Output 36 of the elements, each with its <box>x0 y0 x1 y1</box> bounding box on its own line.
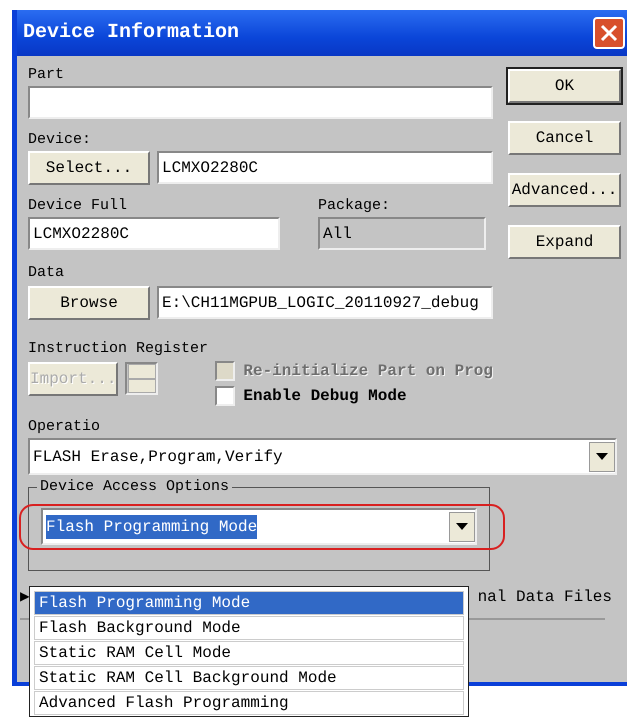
field-label: Device: <box>28 131 92 149</box>
window-title: Device Information <box>23 20 240 46</box>
group-title: Device Access Options <box>37 478 232 496</box>
expand-arrow[interactable]: ▶ <box>20 585 30 609</box>
combo-value: Flash Programming Mode <box>46 514 258 538</box>
section-label: nal Data Files <box>478 587 612 608</box>
dialog-button[interactable]: Expand <box>508 225 621 259</box>
data-path-field[interactable]: E:\CH11MGPUB_LOGIC_20110927_debug <box>157 286 493 319</box>
field-label: Instruction Register <box>28 340 210 358</box>
checkbox-label: Enable Debug Mode <box>243 386 407 406</box>
dropdown-option[interactable]: Advanced Flash Programming <box>34 691 464 715</box>
dropdown-option[interactable]: Static RAM Cell Background Mode <box>34 666 464 690</box>
part-field[interactable] <box>28 86 493 119</box>
spin-field[interactable] <box>125 362 158 395</box>
browse-button[interactable]: Browse <box>28 286 150 320</box>
device-field[interactable]: LCMXO2280C <box>157 151 493 184</box>
package-field: All <box>318 217 486 250</box>
dropdown-option[interactable]: Flash Programming Mode <box>34 591 464 615</box>
close-icon[interactable] <box>593 17 625 49</box>
operation-combo[interactable]: FLASH Erase,Program,Verify <box>28 438 617 475</box>
field-label: Part <box>28 66 66 84</box>
field-label: Operatio <box>28 418 102 436</box>
device-full-field[interactable]: LCMXO2280C <box>28 217 280 250</box>
field-label: Package: <box>318 197 392 215</box>
access-mode-combo[interactable]: Flash Programming Mode <box>41 508 477 545</box>
dialog-button[interactable]: Cancel <box>508 121 621 155</box>
combo-value: FLASH Erase,Program,Verify <box>33 446 283 468</box>
checkbox-label: Re-initialize Part on Prog <box>243 360 493 382</box>
dialog-button[interactable]: OK <box>508 69 621 103</box>
dropdown-option[interactable]: Static RAM Cell Mode <box>34 641 464 665</box>
field-label: Data <box>28 264 66 282</box>
dialog-button[interactable]: Advanced... <box>508 173 621 207</box>
checkbox[interactable] <box>215 386 236 406</box>
field-label: Device Full <box>28 197 128 215</box>
select-button[interactable]: Select... <box>28 151 150 185</box>
dropdown-option[interactable]: Flash Background Mode <box>34 616 464 640</box>
